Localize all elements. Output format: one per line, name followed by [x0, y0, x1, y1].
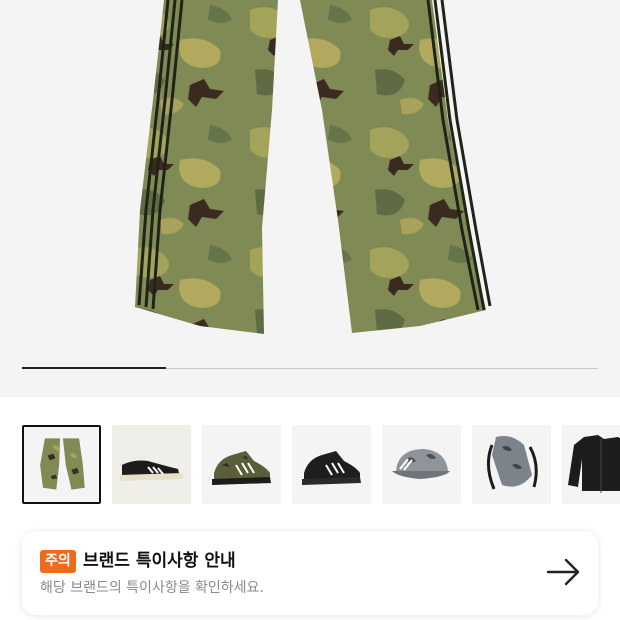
product-image-area[interactable]: [0, 0, 620, 397]
thumbnail-black-track-jacket[interactable]: [562, 425, 620, 504]
thumbnail-strip: [22, 425, 620, 505]
image-slide-progress: [22, 367, 598, 369]
brand-notice-card[interactable]: 주의 브랜드 특이사항 안내 해당 브랜드의 특이사항을 확인하세요.: [22, 531, 598, 615]
notice-title: 브랜드 특이사항 안내: [83, 551, 236, 571]
thumbnail-camo-pants[interactable]: [22, 425, 101, 504]
thumbnail-black-high-top-sneaker[interactable]: [292, 425, 371, 504]
thumbnail-camo-cap[interactable]: [382, 425, 461, 504]
notice-subtitle: 해당 브랜드의 특이사항을 확인하세요.: [40, 580, 264, 596]
thumbnail-black-sneaker[interactable]: [112, 425, 191, 504]
notice-badge: 주의: [40, 550, 76, 573]
camo-pants-image: [135, 0, 492, 334]
progress-fill: [22, 367, 166, 369]
thumbnail-camo-sling-bag[interactable]: [472, 425, 551, 504]
thumbnail-camo-high-top-sneaker[interactable]: [202, 425, 281, 504]
arrow-right-icon[interactable]: [546, 557, 582, 587]
